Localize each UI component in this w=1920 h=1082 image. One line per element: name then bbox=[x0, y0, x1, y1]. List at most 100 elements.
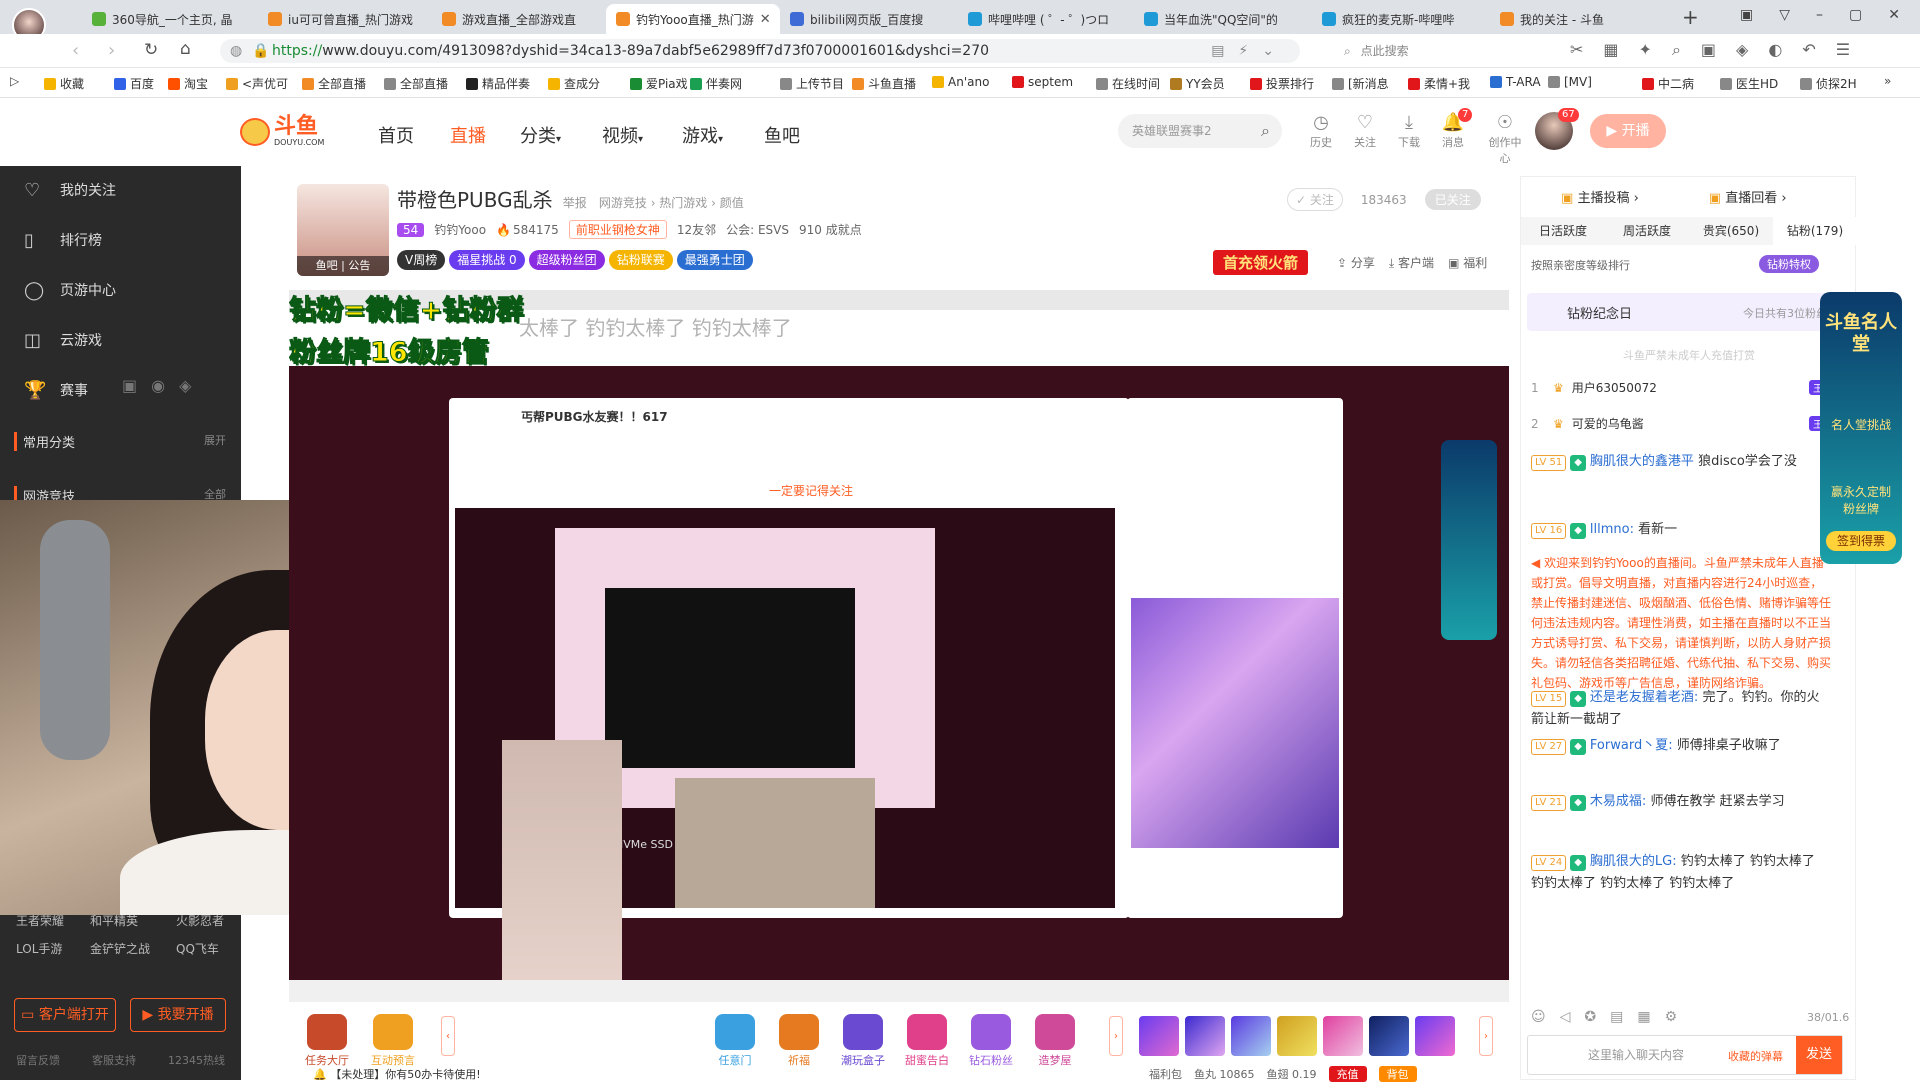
gift-shortcut[interactable]: 任意门 bbox=[709, 1014, 761, 1068]
bookmark-item[interactable]: 斗鱼直播 bbox=[852, 75, 916, 92]
browser-tab[interactable]: 钓钓Yooo直播_热门游 ✕ bbox=[606, 4, 780, 34]
gift-item[interactable] bbox=[1277, 1016, 1317, 1056]
tab-list-icon[interactable]: ▣ bbox=[1740, 7, 1753, 23]
header-creator-button[interactable]: ☉ 创作中心 bbox=[1484, 112, 1526, 166]
browser-tab[interactable]: 360导航_一个主页, 晶 bbox=[82, 4, 258, 34]
room-badge[interactable]: 钻粉联赛 bbox=[608, 250, 673, 270]
room-badge[interactable]: 福星挑战 0 bbox=[449, 250, 525, 270]
bookmark-item[interactable]: 柔情+我 bbox=[1408, 75, 1470, 92]
maximize-icon[interactable]: ▢ bbox=[1849, 7, 1862, 23]
video-player[interactable]: 钻粉=微信+钻粉群 粉丝牌16级房管 太棒了 钓钓太棒了 钓钓太棒了 丐帮PUB… bbox=[289, 290, 1509, 1002]
bookmark-item[interactable]: 在线时间 bbox=[1096, 75, 1160, 92]
gift-shortcut[interactable]: 祈福 bbox=[773, 1014, 825, 1068]
nav-item[interactable]: 分类▾ bbox=[520, 122, 561, 148]
gift-shortcut[interactable]: 潮玩盒子 bbox=[837, 1014, 889, 1068]
browser-tab[interactable]: 当年血洗"QQ空间"的 bbox=[1134, 4, 1310, 34]
horn-icon[interactable]: ◁ bbox=[1560, 1009, 1571, 1025]
bookmark-item[interactable]: 精品伴奏 bbox=[466, 75, 530, 92]
gift-shortcut[interactable]: 任务大厅 bbox=[301, 1014, 353, 1068]
game-link[interactable]: LOL手游 bbox=[16, 940, 62, 957]
expand-link[interactable]: 展开 bbox=[204, 432, 226, 448]
sidebar-toggle-icon[interactable]: ▷ bbox=[10, 74, 19, 88]
badge-icon[interactable]: ✪ bbox=[1584, 1009, 1596, 1025]
gift-item[interactable] bbox=[1231, 1016, 1271, 1056]
bookmark-item[interactable]: 中二病 bbox=[1642, 75, 1694, 92]
gift-item[interactable] bbox=[1369, 1016, 1409, 1056]
footer-link[interactable]: 12345热线 bbox=[168, 1052, 225, 1068]
screenshot-icon[interactable]: ▣ bbox=[1701, 40, 1716, 60]
mask-icon[interactable]: ▦ bbox=[1637, 1009, 1650, 1025]
game-link[interactable]: 金铲铲之战 bbox=[90, 940, 150, 957]
start-broadcast-button[interactable]: ▶ 开播 bbox=[1590, 114, 1666, 148]
client-button[interactable]: ⤓ 客户端 bbox=[1389, 254, 1434, 271]
bookmark-item[interactable]: 收藏 bbox=[44, 75, 84, 92]
chat-input[interactable]: 这里输入聊天内容 收藏的弹幕 发送 bbox=[1527, 1035, 1843, 1075]
cut-icon[interactable]: ✂ bbox=[1570, 40, 1583, 60]
nav-item[interactable]: 视频▾ bbox=[602, 122, 643, 148]
chat-username[interactable]: Forward丶夏: bbox=[1590, 738, 1673, 753]
bookmark-item[interactable]: 全部直播 bbox=[302, 75, 366, 92]
guild[interactable]: 公会: ESVS bbox=[726, 221, 789, 238]
back-icon[interactable]: ‹ bbox=[72, 40, 79, 61]
favorite-danmaku[interactable]: 收藏的弹幕 bbox=[1728, 1048, 1783, 1064]
chat-username[interactable]: 胸肌很大的鑫港平 bbox=[1590, 454, 1694, 469]
sidebar-item[interactable]: ◯ 页游中心 bbox=[0, 270, 241, 310]
browser-tab[interactable]: 我的关注 - 斗鱼 bbox=[1490, 4, 1666, 34]
bookmark-item[interactable]: [新消息 bbox=[1332, 75, 1389, 92]
gift-item[interactable] bbox=[1185, 1016, 1225, 1056]
home-icon[interactable]: ⌂ bbox=[180, 39, 191, 59]
follow-check-button[interactable]: ✓ 关注 bbox=[1287, 188, 1343, 211]
gift-shortcut[interactable]: 甜蜜告白 bbox=[901, 1014, 953, 1068]
bookmark-item[interactable]: 爱Pia戏 bbox=[630, 75, 688, 92]
browser-search[interactable]: ⌕ 点此搜索 bbox=[1334, 39, 1544, 63]
bookmark-item[interactable]: 淘宝 bbox=[168, 75, 208, 92]
bookmark-item[interactable]: 投票排行 bbox=[1250, 75, 1314, 92]
douyu-logo[interactable]: 斗鱼 DOUYU.COM bbox=[240, 116, 324, 147]
bookmark-item[interactable]: 侦探2H bbox=[1800, 75, 1857, 92]
hall-of-fame-promo[interactable]: 斗鱼名人堂 名人堂挑战 赢永久定制粉丝牌 签到得票 bbox=[1820, 292, 1902, 564]
chat-tab[interactable]: 钻粉(179) bbox=[1773, 217, 1857, 245]
sidebar-item[interactable]: ◫ 云游戏 bbox=[0, 320, 241, 360]
game-icon[interactable]: ✦ bbox=[1639, 40, 1652, 60]
gift-shortcut[interactable]: 造梦屋 bbox=[1029, 1014, 1081, 1068]
nav-item[interactable]: 鱼吧 bbox=[764, 122, 800, 148]
emoji-icon[interactable]: ☺ bbox=[1531, 1009, 1546, 1025]
browser-tab[interactable]: 疯狂的麦克斯-哔哩哔 bbox=[1312, 4, 1488, 34]
bookmark-item[interactable]: 全部直播 bbox=[384, 75, 448, 92]
promo-cta[interactable]: 签到得票 bbox=[1826, 531, 1896, 551]
new-tab-button[interactable]: + bbox=[1682, 5, 1699, 29]
gift-shortcut[interactable]: 钻石粉丝 bbox=[965, 1014, 1017, 1068]
extension-icon[interactable]: ▦ bbox=[1603, 40, 1618, 60]
fan-rank-row[interactable]: 2♛可爱的乌龟酱王豹约 bbox=[1531, 415, 1847, 432]
settings-icon[interactable]: ⚙ bbox=[1665, 1009, 1678, 1025]
bookmark-item[interactable]: T-ARA bbox=[1490, 75, 1541, 89]
welfare-button[interactable]: ▣ 福利 bbox=[1448, 254, 1487, 271]
gift-scroll-right[interactable]: › bbox=[1479, 1016, 1493, 1056]
vote-link[interactable]: ▣ 主播投稿 › bbox=[1561, 187, 1639, 206]
report-link[interactable]: 举报 bbox=[563, 196, 587, 210]
close-window-icon[interactable]: ✕ bbox=[1888, 7, 1900, 23]
site-info-icon[interactable]: ◍ bbox=[230, 39, 242, 63]
room-badge[interactable]: V周榜 bbox=[397, 250, 446, 270]
nav-item[interactable]: 游戏▾ bbox=[682, 122, 723, 148]
bookmark-item[interactable]: 伴奏网 bbox=[690, 75, 742, 92]
gift-item[interactable] bbox=[1139, 1016, 1179, 1056]
diamond-privilege-button[interactable]: 钻粉特权 bbox=[1759, 255, 1819, 273]
room-badge[interactable]: 最强勇士团 bbox=[676, 250, 753, 270]
bookmark-item[interactable]: 上传节目 bbox=[780, 75, 844, 92]
gift-scroll-mid[interactable]: › bbox=[1109, 1016, 1123, 1056]
chat-tab[interactable]: 周活跃度 bbox=[1605, 217, 1689, 245]
room-badge[interactable]: 超级粉丝团 bbox=[528, 250, 605, 270]
bookmark-item[interactable]: YY会员 bbox=[1170, 75, 1225, 92]
header-follow-button[interactable]: ♡ 关注 bbox=[1350, 112, 1380, 150]
bookmark-item[interactable]: An'ano bbox=[932, 75, 989, 89]
header-download-button[interactable]: ⤓ 下载 bbox=[1394, 112, 1424, 150]
magnifier-icon[interactable]: ⌕ bbox=[1672, 40, 1681, 60]
bookmark-item[interactable]: 百度 bbox=[114, 75, 154, 92]
replay-link[interactable]: ▣ 直播回看 › bbox=[1709, 187, 1787, 206]
site-search-input[interactable]: 英雄联盟赛事2 ⌕ bbox=[1118, 114, 1282, 148]
game-link[interactable]: QQ飞车 bbox=[176, 940, 219, 957]
bookmark-item[interactable]: 查成分 bbox=[548, 75, 600, 92]
browser-tab[interactable]: bilibili网页版_百度搜 bbox=[780, 4, 956, 34]
search-icon[interactable]: ⌕ bbox=[1261, 114, 1270, 148]
